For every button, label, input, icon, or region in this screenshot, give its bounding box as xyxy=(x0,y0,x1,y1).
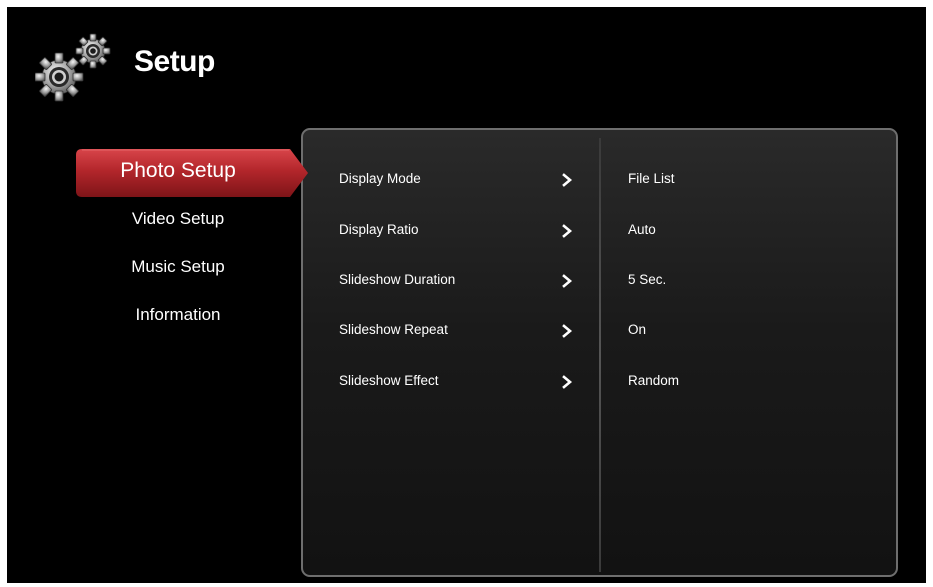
setting-label: Slideshow Duration xyxy=(339,272,456,287)
setting-label: Slideshow Repeat xyxy=(339,322,448,337)
sidebar-item-label: Video Setup xyxy=(131,209,225,228)
setup-screen: Setup Photo Setup Video Setup Music Setu… xyxy=(7,7,926,583)
setting-row-slideshow-effect[interactable]: Slideshow Effect Random xyxy=(303,366,896,396)
setting-label: Slideshow Effect xyxy=(339,373,439,388)
setting-label: Display Ratio xyxy=(339,222,419,237)
gears-icon xyxy=(35,33,111,102)
chevron-right-icon xyxy=(562,375,573,389)
setting-value: File List xyxy=(628,171,675,186)
panel-divider xyxy=(599,138,601,572)
sidebar-item-information[interactable]: Information xyxy=(78,291,278,339)
sidebar-item-label: Music Setup xyxy=(131,257,225,276)
setting-value: 5 Sec. xyxy=(628,272,667,287)
page-title: Setup xyxy=(134,45,215,78)
setting-label: Display Mode xyxy=(339,171,421,186)
setting-value: On xyxy=(628,322,647,337)
setting-row-slideshow-repeat[interactable]: Slideshow Repeat On xyxy=(303,315,896,345)
setting-row-display-mode[interactable]: Display Mode File List xyxy=(303,164,896,194)
setting-value: Random xyxy=(628,373,680,388)
sidebar-item-video-setup[interactable]: Video Setup xyxy=(78,195,278,243)
sidebar: Photo Setup Video Setup Music Setup Info… xyxy=(76,147,318,339)
setting-row-display-ratio[interactable]: Display Ratio Auto xyxy=(303,215,896,245)
settings-panel: Display Mode File List Display Ratio Aut… xyxy=(301,128,898,577)
setting-value: Auto xyxy=(628,222,656,237)
sidebar-item-photo-setup[interactable]: Photo Setup xyxy=(76,147,308,197)
chevron-right-icon xyxy=(562,173,573,187)
chevron-right-icon xyxy=(562,224,573,238)
chevron-right-icon xyxy=(562,324,573,338)
setting-row-slideshow-duration[interactable]: Slideshow Duration 5 Sec. xyxy=(303,265,896,295)
sidebar-item-music-setup[interactable]: Music Setup xyxy=(78,243,278,291)
sidebar-item-label: Photo Setup xyxy=(120,159,236,182)
sidebar-item-label: Information xyxy=(135,305,221,324)
chevron-right-icon xyxy=(562,274,573,288)
